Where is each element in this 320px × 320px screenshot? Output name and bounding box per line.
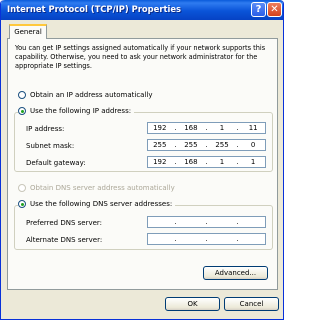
help-button[interactable]: ? [251, 2, 266, 17]
default-gateway-input[interactable]: 192. 168. 1. 1 [147, 156, 266, 168]
advanced-button[interactable]: Advanced... [203, 266, 268, 280]
dot: . [205, 235, 208, 243]
title-bar[interactable]: Internet Protocol (TCP/IP) Properties ? … [1, 0, 283, 20]
dot: . [236, 141, 239, 149]
alternate-dns-input[interactable]: . . . [147, 233, 266, 245]
alternate-dns-label: Alternate DNS server: [26, 236, 103, 244]
dot: . [236, 158, 239, 166]
dot: . [205, 124, 208, 132]
obtain-dns-auto-radio[interactable] [18, 184, 26, 192]
dot: . [236, 124, 239, 132]
gateway-octet-1: 192 [153, 158, 167, 166]
use-following-ip-radio[interactable] [18, 107, 26, 115]
mask-octet-2: 255 [184, 141, 198, 149]
subnet-mask-label: Subnet mask: [26, 142, 75, 150]
ip-address-label: IP address: [26, 125, 65, 133]
preferred-dns-label: Preferred DNS server: [26, 219, 103, 227]
obtain-dns-auto-option[interactable]: Obtain DNS server address automatically [18, 184, 175, 192]
dot: . [174, 218, 177, 226]
gateway-octet-4: 1 [250, 158, 256, 166]
cancel-button[interactable]: Cancel [224, 297, 279, 311]
obtain-ip-auto-radio[interactable] [18, 91, 26, 99]
dot: . [205, 141, 208, 149]
mask-octet-4: 0 [250, 141, 256, 149]
properties-dialog: Internet Protocol (TCP/IP) Properties ? … [0, 0, 284, 320]
dot: . [205, 218, 208, 226]
ip-address-input[interactable]: 192. 168. 1. 11 [147, 122, 266, 134]
mask-octet-3: 255 [215, 141, 229, 149]
obtain-ip-auto-option[interactable]: Obtain an IP address automatically [18, 91, 153, 99]
tab-general[interactable]: General [9, 24, 47, 39]
obtain-ip-auto-label: Obtain an IP address automatically [30, 91, 153, 99]
ok-button[interactable]: OK [165, 297, 220, 311]
intro-text: You can get IP settings assigned automat… [15, 44, 266, 70]
gateway-octet-3: 1 [219, 158, 225, 166]
ip-octet-1: 192 [153, 124, 167, 132]
ip-octet-4: 11 [248, 124, 258, 132]
gateway-octet-2: 168 [184, 158, 198, 166]
dot: . [205, 158, 208, 166]
ip-octet-2: 168 [184, 124, 198, 132]
dot: . [174, 124, 177, 132]
use-following-dns-option[interactable]: Use the following DNS server addresses: [18, 200, 176, 208]
mask-octet-1: 255 [153, 141, 167, 149]
window-title: Internet Protocol (TCP/IP) Properties [7, 4, 181, 14]
obtain-dns-auto-label: Obtain DNS server address automatically [30, 184, 175, 192]
use-following-dns-label: Use the following DNS server addresses: [30, 200, 173, 208]
preferred-dns-input[interactable]: . . . [147, 216, 266, 228]
default-gateway-label: Default gateway: [26, 159, 86, 167]
subnet-mask-input[interactable]: 255. 255. 255. 0 [147, 139, 266, 151]
close-button[interactable]: ✕ [267, 2, 282, 17]
use-following-ip-option[interactable]: Use the following IP address: [18, 107, 135, 115]
ip-octet-3: 1 [219, 124, 225, 132]
dot: . [174, 141, 177, 149]
dot: . [174, 158, 177, 166]
dot: . [236, 235, 239, 243]
use-following-ip-label: Use the following IP address: [30, 107, 132, 115]
dot: . [236, 218, 239, 226]
dot: . [174, 235, 177, 243]
use-following-dns-radio[interactable] [18, 200, 26, 208]
